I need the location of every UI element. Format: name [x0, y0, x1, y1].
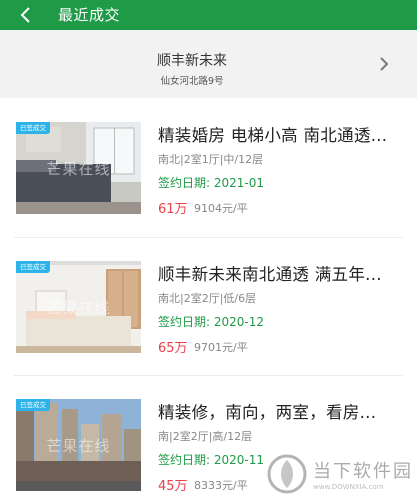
- chevron-right-icon: [380, 57, 389, 71]
- listing-meta: 南北|2室2厅|低/6层: [158, 292, 257, 305]
- listing-title: 精装婚房 电梯小高 南北通透...: [158, 126, 388, 145]
- community-info-row[interactable]: 顺丰新未来 仙女河北路9号: [0, 30, 417, 98]
- downxia-logo-icon: [267, 454, 307, 494]
- listing-price: 45万: [158, 479, 188, 494]
- sold-badge: 已签成交: [16, 399, 50, 411]
- listing-sign-date: 签约日期: 2020-12: [158, 315, 264, 329]
- site-watermark: 当下软件园 www.DOWNXIA.com: [267, 454, 413, 494]
- listing-sign-date: 签约日期: 2020-11: [158, 453, 264, 467]
- listing-meta: 南北|2室1厅|中/12层: [158, 153, 264, 166]
- image-watermark: 芒果在线: [46, 299, 111, 317]
- back-button[interactable]: [12, 3, 40, 27]
- community-name: 顺丰新未来: [157, 53, 227, 69]
- sold-badge: 已签成交: [16, 261, 50, 273]
- listing-price: 65万: [158, 341, 188, 356]
- chevron-left-icon: [20, 7, 30, 23]
- listing-sign-date: 签约日期: 2021-01: [158, 176, 264, 190]
- watermark-url: www.DOWNXIA.com: [313, 483, 384, 491]
- image-watermark: 芒果在线: [46, 160, 111, 178]
- listing-title: 精装修，南向，两室，看房...: [158, 403, 377, 422]
- sold-badge: 已签成交: [16, 122, 50, 134]
- listing-title: 顺丰新未来南北通透 满五年...: [158, 265, 382, 284]
- listing-item[interactable]: 已签成交 芒果在线 精装婚房 电梯小高 南北通透... 南北|2室1厅|中/12…: [0, 98, 417, 236]
- listing-photo: 已签成交 芒果在线: [16, 261, 141, 353]
- listing-photo: 已签成交 芒果在线: [16, 399, 141, 491]
- listing-photo: 已签成交 芒果在线: [16, 122, 141, 214]
- watermark-name: 当下软件园: [313, 461, 413, 482]
- listing-item[interactable]: 已签成交 芒果在线 顺丰新未来南北通透 满五年... 南北|2室2厅|低/6层 …: [0, 237, 417, 375]
- page-title: 最近成交: [58, 6, 121, 24]
- listing-unit-price: 8333元/平: [194, 479, 248, 492]
- listing-price: 61万: [158, 202, 188, 217]
- listing-meta: 南|2室2厅|高/12层: [158, 430, 253, 443]
- listing-unit-price: 9701元/平: [194, 341, 248, 354]
- image-watermark: 芒果在线: [46, 437, 111, 455]
- header-bar: 最近成交: [0, 0, 417, 30]
- community-address: 仙女河北路9号: [160, 76, 224, 87]
- listing-unit-price: 9104元/平: [194, 202, 248, 215]
